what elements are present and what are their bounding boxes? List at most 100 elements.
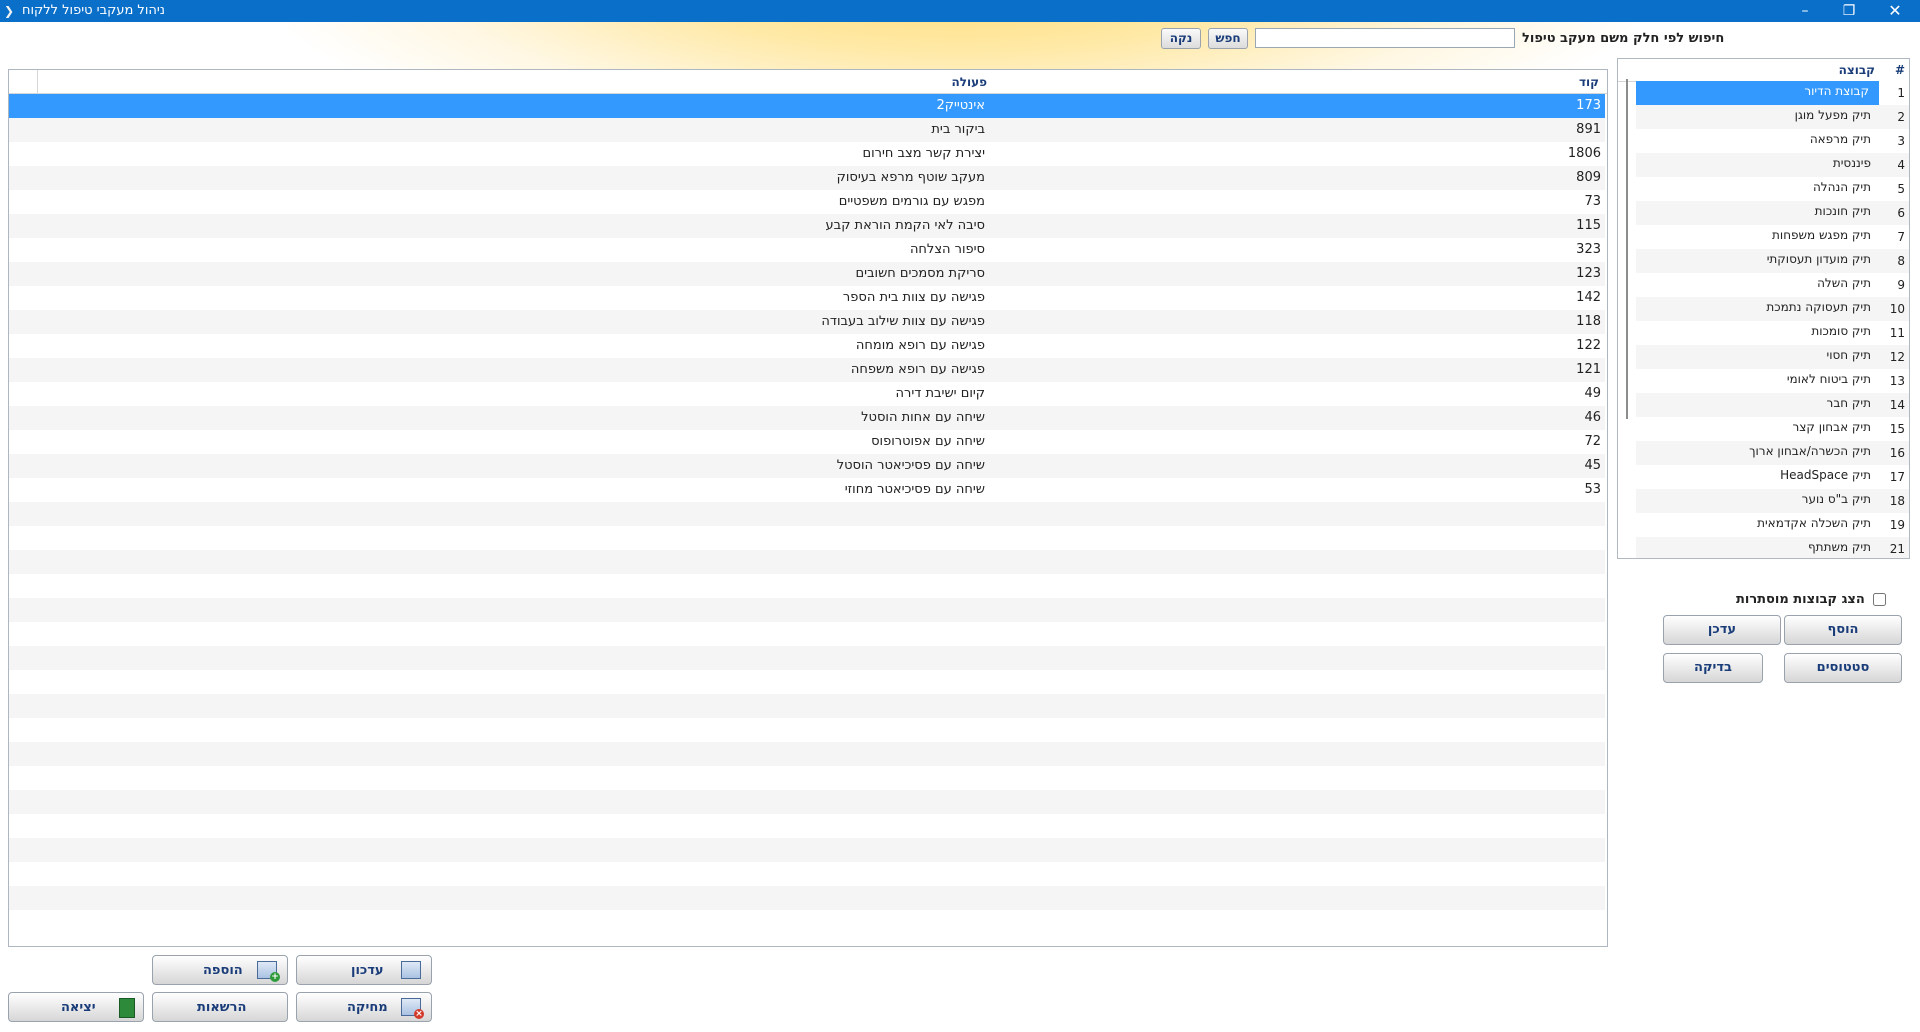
group-list-item[interactable]: 7 תיק מפגש משפחות (1636, 225, 1909, 249)
table-delete-icon: × (401, 998, 424, 1019)
search-label: חיפוש לפי חלק משם מעקב טיפול (1522, 31, 1725, 46)
minimize-icon[interactable]: – (1790, 1, 1820, 21)
table-row[interactable] (9, 598, 1605, 622)
table-row[interactable]: פגישה עם רופא משפחה 121 (9, 358, 1605, 382)
group-number: 3 (1897, 134, 1905, 148)
group-list-item[interactable]: 10 תיק תעסוקה נתמכת (1636, 297, 1909, 321)
close-icon[interactable]: ✕ (1880, 1, 1910, 21)
exit-button[interactable]: יציאה (8, 992, 144, 1022)
group-list-item[interactable]: 14 תיק חבר (1636, 393, 1909, 417)
cell-code: 891 (1576, 122, 1601, 137)
table-row[interactable]: שיחה עם אפוטרופוס 72 (9, 430, 1605, 454)
group-list-item[interactable]: 19 תיק השכלה אקדמאית (1636, 513, 1909, 537)
permissions-button[interactable]: הרשאות (152, 992, 288, 1022)
table-row[interactable] (9, 670, 1605, 694)
cell-code: 49 (1584, 386, 1601, 401)
title-bar: ❯ ניהול מעקבי טיפול ללקוח – ❐ ✕ (0, 0, 1920, 22)
group-number: 16 (1889, 446, 1905, 460)
table-row[interactable] (9, 502, 1605, 526)
table-row[interactable] (9, 526, 1605, 550)
update-group-button[interactable]: עדכן (1663, 615, 1781, 645)
table-row[interactable] (9, 886, 1605, 910)
table-row[interactable] (9, 622, 1605, 646)
cell-code: 53 (1584, 482, 1601, 497)
cell-code: 73 (1584, 194, 1601, 209)
group-list-item[interactable]: 2 תיק מפעל מוגן (1636, 105, 1909, 129)
table-row[interactable]: שיחה עם פסיכיאטר מחוזי 53 (9, 478, 1605, 502)
table-row[interactable]: קיום ישיבת דירה 49 (9, 382, 1605, 406)
table-row[interactable]: מעקב שוטף מרפא בעיסוק 809 (9, 166, 1605, 190)
table-row[interactable]: סריקת מסמכים חשובים 123 (9, 262, 1605, 286)
group-list-item[interactable]: 8 תיק מועדון תעסוקתי (1636, 249, 1909, 273)
table-row[interactable]: ביקור בית 891 (9, 118, 1605, 142)
table-row[interactable]: פגישה עם רופא מומחה 122 (9, 334, 1605, 358)
group-list-item[interactable]: 5 תיק הנהלה (1636, 177, 1909, 201)
group-list-item[interactable]: 13 תיק ביטוח לאומי (1636, 369, 1909, 393)
search-button[interactable]: חפש (1208, 28, 1248, 49)
permissions-button-label: הרשאות (197, 1000, 247, 1015)
exit-door-icon (119, 998, 135, 1018)
table-row[interactable]: מפגש עם גורמים משפטיים 73 (9, 190, 1605, 214)
group-list-item[interactable]: 11 תיק סומכות (1636, 321, 1909, 345)
group-list-item[interactable]: 6 תיק חונכות (1636, 201, 1909, 225)
app-icon: ❯ (4, 4, 15, 18)
group-list-item[interactable]: 16 תיק הכשרה/אבחון ארוך (1636, 441, 1909, 465)
actions-grid[interactable]: פעולה קוד אינטייק2 173 ביקור בית 891 יצירת ק… (8, 69, 1608, 947)
group-number: 21 (1889, 542, 1905, 556)
table-row[interactable]: אינטייק2 173 (9, 94, 1605, 118)
group-number: 7 (1897, 230, 1905, 244)
table-row[interactable]: יצירת קשר מצב חירום 1806 (9, 142, 1605, 166)
add-button[interactable]: + הוספה (152, 955, 288, 985)
statuses-button[interactable]: סטטוסים (1784, 653, 1902, 683)
table-row[interactable]: שיחה עם אחות הוסטל 46 (9, 406, 1605, 430)
table-row[interactable] (9, 742, 1605, 766)
clear-button[interactable]: נקה (1161, 28, 1201, 49)
show-hidden-groups-checkbox[interactable] (1873, 593, 1887, 606)
search-input[interactable] (1255, 28, 1515, 48)
column-header-action[interactable]: פעולה (951, 75, 987, 89)
row-header-cell (9, 70, 38, 93)
table-row[interactable]: פגישה עם צוות שילוב בעבודה 118 (9, 310, 1605, 334)
group-list-item[interactable]: 21 תיק משתתף (1636, 537, 1909, 558)
table-row[interactable] (9, 550, 1605, 574)
table-row[interactable] (9, 838, 1605, 862)
table-row[interactable] (9, 814, 1605, 838)
add-group-button[interactable]: הוסף (1784, 615, 1902, 645)
group-number: 2 (1897, 110, 1905, 124)
group-list-item[interactable]: 15 תיק אבחון קצר (1636, 417, 1909, 441)
table-row[interactable]: פגישה עם צוות בית הספר 142 (9, 286, 1605, 310)
group-list-item[interactable]: 1 קבוצת הדיור (1636, 81, 1909, 105)
update-button[interactable]: עדכון (296, 955, 432, 985)
group-list-item[interactable]: 3 תיק מרפאה (1636, 129, 1909, 153)
delete-button[interactable]: × מחיקה (296, 992, 432, 1022)
cell-code: 809 (1576, 170, 1601, 185)
group-list-item[interactable]: 18 תיק ב"ס נוער (1636, 489, 1909, 513)
groups-list[interactable]: # קבוצה 1 קבוצת הדיור 2 תיק מפעל מוגן 3 תיק מ… (1617, 58, 1910, 559)
group-number: 8 (1897, 254, 1905, 268)
table-row[interactable]: סיפור הצלחה 323 (9, 238, 1605, 262)
show-hidden-groups[interactable]: הצג קבוצות מוסתרות (1736, 592, 1887, 607)
table-row[interactable] (9, 766, 1605, 790)
table-row[interactable]: שיחה עם פסיכיאטר הוסטל 45 (9, 454, 1605, 478)
group-name: תיק סומכות (1811, 324, 1871, 338)
table-row[interactable] (9, 790, 1605, 814)
column-header-code[interactable]: קוד (1579, 75, 1599, 89)
column-header-group[interactable]: קבוצה (1839, 63, 1875, 77)
group-name: תיק השכלה אקדמאית (1757, 516, 1871, 530)
column-header-number[interactable]: # (1895, 63, 1905, 77)
table-row[interactable] (9, 694, 1605, 718)
group-list-item[interactable]: 9 תיק השלה (1636, 273, 1909, 297)
group-list-item[interactable]: 17 תיק HeadSpace (1636, 465, 1909, 489)
table-row[interactable] (9, 574, 1605, 598)
table-row[interactable]: סיבה לאי הקמת הוראת קבע 115 (9, 214, 1605, 238)
restore-icon[interactable]: ❐ (1834, 1, 1864, 21)
group-list-item[interactable]: 12 תיק חסוי (1636, 345, 1909, 369)
group-list-item[interactable]: 4 פיננסית (1636, 153, 1909, 177)
group-name: תיק הנהלה (1812, 180, 1871, 194)
table-row[interactable] (9, 646, 1605, 670)
table-row[interactable] (9, 910, 1605, 934)
check-button[interactable]: בדיקה (1663, 653, 1763, 683)
groups-scrollbar[interactable] (1626, 79, 1628, 419)
table-row[interactable] (9, 718, 1605, 742)
table-row[interactable] (9, 862, 1605, 886)
